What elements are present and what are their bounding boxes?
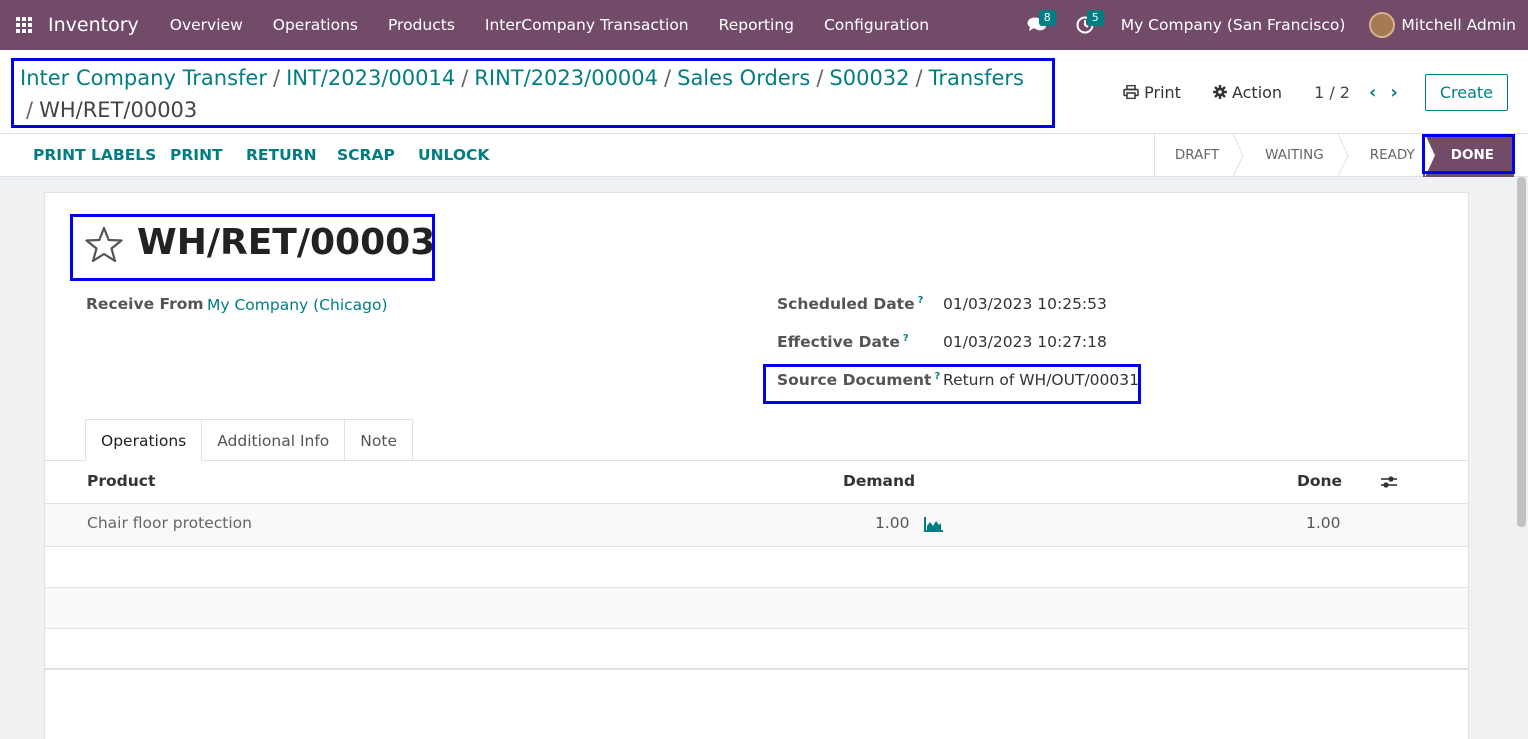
row-demand[interactable]: 1.00 [875, 514, 910, 532]
receive-from-label: Receive From [86, 295, 204, 313]
menu-reporting[interactable]: Reporting [704, 0, 809, 50]
highlight-box [70, 214, 435, 281]
print-label: Print [1144, 82, 1181, 102]
tab-additional-info[interactable]: Additional Info [202, 419, 346, 461]
effective-date-label: Effective Date? [777, 333, 909, 352]
table-row[interactable] [45, 504, 1468, 546]
column-header-done[interactable]: Done [1297, 472, 1342, 490]
highlight-box [763, 364, 1141, 404]
top-navbar: Inventory Overview Operations Products I… [0, 0, 1528, 50]
print-button[interactable]: PRINT [170, 134, 223, 177]
scrap-button[interactable]: SCRAP [337, 134, 395, 177]
action-label: Action [1231, 82, 1283, 102]
menu-intercompany-transaction[interactable]: InterCompany Transaction [470, 0, 704, 50]
column-header-product[interactable]: Product [87, 472, 155, 490]
scheduled-date-value[interactable]: 01/03/2023 10:25:53 [943, 295, 1107, 313]
column-header-demand[interactable]: Demand [843, 472, 915, 490]
user-avatar[interactable] [1369, 12, 1396, 38]
menu-products[interactable]: Products [373, 0, 470, 50]
create-button[interactable]: Create [1424, 73, 1508, 111]
control-panel: Inter Company Transfer / INT/2023/00014/RI… [0, 50, 1528, 134]
highlight-box [1422, 134, 1515, 174]
scheduled-date-label: Scheduled Date? [777, 295, 924, 314]
stage-draft[interactable]: DRAFT [1155, 134, 1233, 177]
row-done[interactable]: 1.00 [1306, 514, 1341, 532]
user-menu[interactable]: Mitchell Admin [1401, 16, 1516, 34]
tab-operations[interactable]: Operations [85, 419, 203, 461]
pager-next-icon[interactable]: › [1390, 82, 1397, 103]
activities-button[interactable]: 5 [1061, 0, 1109, 50]
empty-row [45, 629, 1468, 669]
empty-row [45, 547, 1468, 587]
status-bar: PRINT LABELS PRINT RETURN SCRAP UNLOCK D… [0, 134, 1528, 177]
receive-from-value[interactable]: My Company (Chicago) [207, 296, 388, 314]
app-brand[interactable]: Inventory [48, 14, 139, 36]
help-icon[interactable]: ? [903, 333, 909, 344]
messages-button[interactable]: 8 [1013, 0, 1061, 50]
table-footer-divider [45, 668, 1468, 670]
empty-row [45, 588, 1468, 628]
menu-overview[interactable]: Overview [155, 0, 258, 50]
effective-date-value[interactable]: 01/03/2023 10:27:18 [943, 333, 1107, 351]
notebook-tabs: Operations Additional Info Note [85, 419, 413, 461]
pager-value[interactable]: 1 / 2 [1314, 83, 1350, 102]
pager-previous-icon[interactable]: ‹ [1369, 82, 1376, 103]
menu-configuration[interactable]: Configuration [809, 0, 944, 50]
activities-count-badge: 5 [1086, 10, 1104, 26]
menu-operations[interactable]: Operations [258, 0, 373, 50]
gear-icon [1212, 85, 1227, 99]
apps-menu-icon[interactable] [0, 0, 48, 50]
forecast-chart-icon[interactable] [924, 517, 943, 532]
help-icon[interactable]: ? [918, 295, 924, 306]
stage-waiting[interactable]: WAITING [1245, 134, 1338, 177]
highlight-box [11, 58, 1055, 128]
tab-note[interactable]: Note [345, 419, 413, 461]
scrollbar-thumb[interactable] [1517, 177, 1526, 527]
return-button[interactable]: RETURN [246, 134, 317, 177]
company-switcher[interactable]: My Company (San Francisco) [1121, 16, 1346, 34]
row-product[interactable]: Chair floor protection [87, 514, 252, 532]
action-dropdown[interactable]: Action [1212, 82, 1283, 102]
stage-ready[interactable]: READY [1350, 134, 1423, 177]
column-settings-icon[interactable] [1380, 474, 1398, 490]
unlock-button[interactable]: UNLOCK [418, 134, 489, 177]
messages-count-badge: 8 [1038, 10, 1056, 26]
printer-icon [1123, 85, 1139, 99]
print-dropdown[interactable]: Print [1123, 83, 1181, 102]
print-labels-button[interactable]: PRINT LABELS [33, 134, 156, 177]
